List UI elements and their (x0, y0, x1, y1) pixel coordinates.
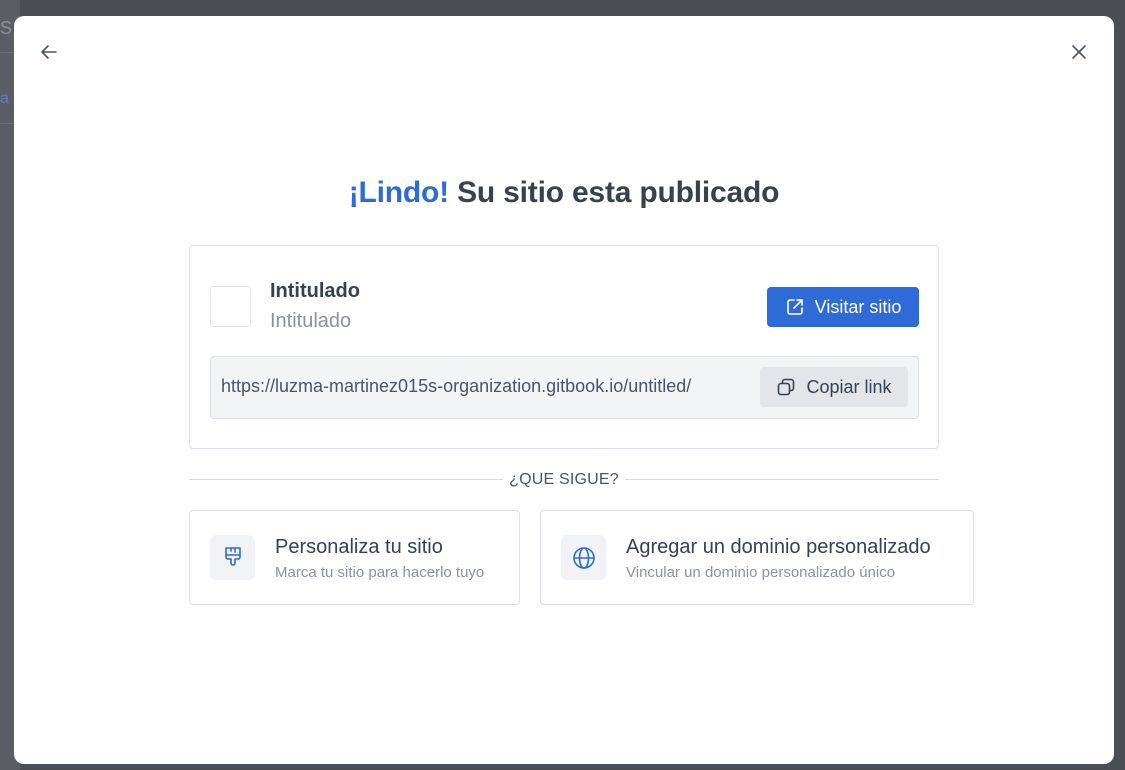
whats-next-heading: ¿QUE SIGUE? (509, 471, 619, 488)
published-site-card: Intitulado Intitulado Visitar sitio http… (189, 245, 939, 449)
divider-line (625, 479, 939, 480)
visit-site-button[interactable]: Visitar sitio (767, 287, 919, 327)
modal-title: ¡Lindo! Su sitio esta publicado (14, 176, 1114, 210)
site-url[interactable]: https://luzma-martinez015s-organization.… (221, 376, 691, 397)
paintbrush-icon (210, 535, 255, 580)
close-button[interactable] (1063, 36, 1095, 68)
copy-link-button[interactable]: Copiar link (760, 367, 908, 407)
custom-domain-title: Agregar un dominio personalizado (626, 536, 931, 558)
customize-site-subtitle: Marca tu sitio para hacerlo tuyo (275, 564, 485, 581)
customize-site-title: Personaliza tu sitio (275, 536, 443, 558)
background-link-fragment: a (0, 90, 9, 107)
globe-icon (561, 535, 606, 580)
title-text: Su sitio esta publicado (448, 176, 780, 209)
title-accent: ¡Lindo! (348, 176, 449, 209)
whats-next-divider: ¿QUE SIGUE? (189, 469, 939, 491)
background-tab-fragment: S (0, 18, 13, 38)
site-name: Intitulado (270, 280, 360, 302)
customize-site-card[interactable]: Personaliza tu sitio Marca tu sitio para… (189, 510, 520, 605)
custom-domain-subtitle: Vincular un dominio personalizado único (626, 564, 896, 581)
copy-link-label: Copiar link (806, 376, 892, 397)
back-button[interactable] (33, 36, 65, 68)
custom-domain-card[interactable]: Agregar un dominio personalizado Vincula… (540, 510, 974, 605)
external-link-icon (786, 299, 803, 315)
arrow-left-icon (41, 45, 57, 59)
site-thumbnail (210, 286, 251, 327)
close-icon (1072, 45, 1086, 59)
publish-success-modal: ¡Lindo! Su sitio esta publicado Intitula… (14, 16, 1114, 764)
visit-site-label: Visitar sitio (814, 296, 902, 317)
site-subtitle: Intitulado (270, 310, 352, 332)
copy-icon (778, 378, 795, 396)
site-url-field[interactable]: https://luzma-martinez015s-organization.… (210, 356, 919, 419)
